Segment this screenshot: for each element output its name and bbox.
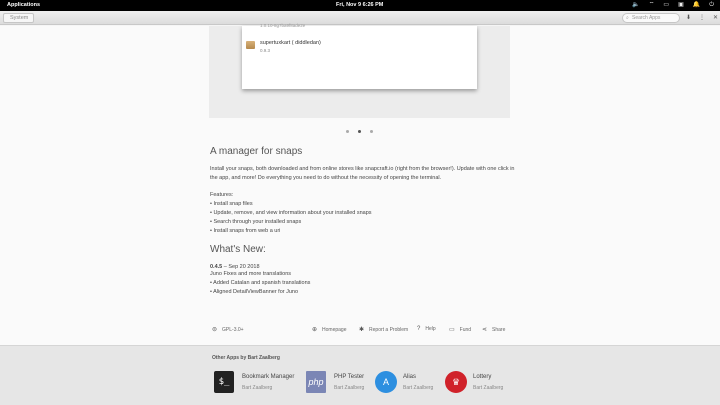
other-app-name: Lottery [473,374,492,380]
crown-icon: ♛ [445,371,467,393]
description-paragraph: Install your snaps, both downloaded and … [210,166,515,181]
battery-icon[interactable]: ▭ [663,1,669,10]
app-screenshot: 1.0.10-8g7ba9f8ade2e supertuxkart ( didd… [242,23,477,89]
report-label: Report a Problem [369,326,409,333]
license-icon: ⊜ [212,327,218,333]
headerbar: System ⌕ Search Apps ⬇ ⋮ ✕ [0,11,720,25]
package-icon [246,41,255,49]
release-summary: Juno Fixes and more translations [210,271,292,277]
help-label: Help [425,326,436,332]
other-app-author: Bart Zaalberg [242,385,273,391]
alias-icon: A [375,371,397,393]
screenshot-list-item: supertuxkart ( diddledan) 0.9.3 [246,40,321,53]
homepage-link[interactable]: ⊕ Homepage [312,326,347,334]
report-problem-link[interactable]: ✱ Report a Problem [359,326,409,334]
help-link[interactable]: ? Help [417,326,436,332]
other-apps-title: Other Apps by Bart Zaalberg [212,355,280,361]
list-item: • Install snaps from web a uri [210,228,281,234]
menu-icon[interactable]: ⋮ [699,13,705,23]
screenshot-item-version: 0.9.3 [260,48,271,53]
power-icon[interactable]: ⏻ [709,1,714,10]
search-icon: ⌕ [626,15,629,21]
back-button[interactable]: System [3,13,35,23]
top-panel: Applications Fri, Nov 9 6:26 PM 🔈 ⌔ ▭ ▣ … [0,0,720,11]
other-apps-section: Other Apps by Bart Zaalberg $_ Bookmark … [0,345,720,405]
system-tray: 🔈 ⌔ ▭ ▣ 🔔 ⏻ [632,1,714,10]
screenshot-prev-subtitle: 1.0.10-8g7ba9f8ade2e [260,23,306,28]
share-label: Share [492,326,506,333]
other-app-name: Alias [403,374,417,380]
bug-icon: ✱ [359,327,365,333]
search-input[interactable]: ⌕ Search Apps [622,13,680,23]
app-description: A manager for snaps Install your snaps, … [210,146,520,297]
other-app-author: Bart Zaalberg [403,385,434,391]
list-item: • Update, remove, and view information a… [210,210,372,216]
applications-menu[interactable]: Applications [7,2,40,8]
other-app-name: Bookmark Manager [242,374,295,380]
license-label: GPL-3.0+ [222,326,244,333]
volume-icon[interactable]: 🔈 [632,1,639,10]
share-icon: ⋖ [482,327,488,333]
features-label: Features: [210,192,234,198]
search-placeholder: Search Apps [632,15,661,21]
features-list: • Install snap files • Update, remove, a… [210,200,520,236]
list-item: • Search through your installed snaps [210,219,302,225]
display-icon[interactable]: ▣ [678,1,684,10]
carousel-dot[interactable] [346,130,349,133]
panel-clock[interactable]: Fri, Nov 9 6:26 PM [336,2,383,8]
homepage-label: Homepage [322,326,347,333]
download-icon[interactable]: ⬇ [686,13,691,23]
carousel-dot[interactable] [370,130,373,133]
carousel-dots [346,130,373,133]
other-app-author: Bart Zaalberg [473,385,504,391]
other-app-name: PHP Tester [334,374,365,380]
globe-icon: ⊕ [312,327,318,333]
description-heading: A manager for snaps [210,146,303,157]
wallet-icon: ▭ [449,327,455,333]
terminal-icon: $_ [214,371,234,393]
help-icon: ? [417,326,421,332]
carousel-dot-active[interactable] [358,130,361,133]
wifi-icon[interactable]: ⌔ [649,1,655,10]
license-link[interactable]: ⊜ GPL-3.0+ [212,326,244,334]
php-icon: php [306,371,326,393]
share-link[interactable]: ⋖ Share [482,326,506,334]
close-icon[interactable]: ✕ [713,13,718,23]
screenshot-item-name: supertuxkart ( diddledan) [260,40,321,46]
notification-icon[interactable]: 🔔 [693,1,700,10]
other-app-author: Bart Zaalberg [334,385,365,391]
list-item: • Install snap files [210,201,253,207]
app-detail-page: 1.0.10-8g7ba9f8ade2e supertuxkart ( didd… [0,23,720,345]
fund-label: Fund [459,326,472,333]
list-item: • Added Catalan and spanish translations [210,280,311,286]
release-notes: Juno Fixes and more translations • Added… [210,270,520,297]
whats-new-heading: What's New: [210,244,266,255]
list-item: • Aligned DetailViewBanner for Juno [210,289,299,295]
footer-links: ⊜ GPL-3.0+ ⊕ Homepage ✱ Report a Problem ? H… [212,326,512,336]
fund-link[interactable]: ▭ Fund [449,326,472,334]
